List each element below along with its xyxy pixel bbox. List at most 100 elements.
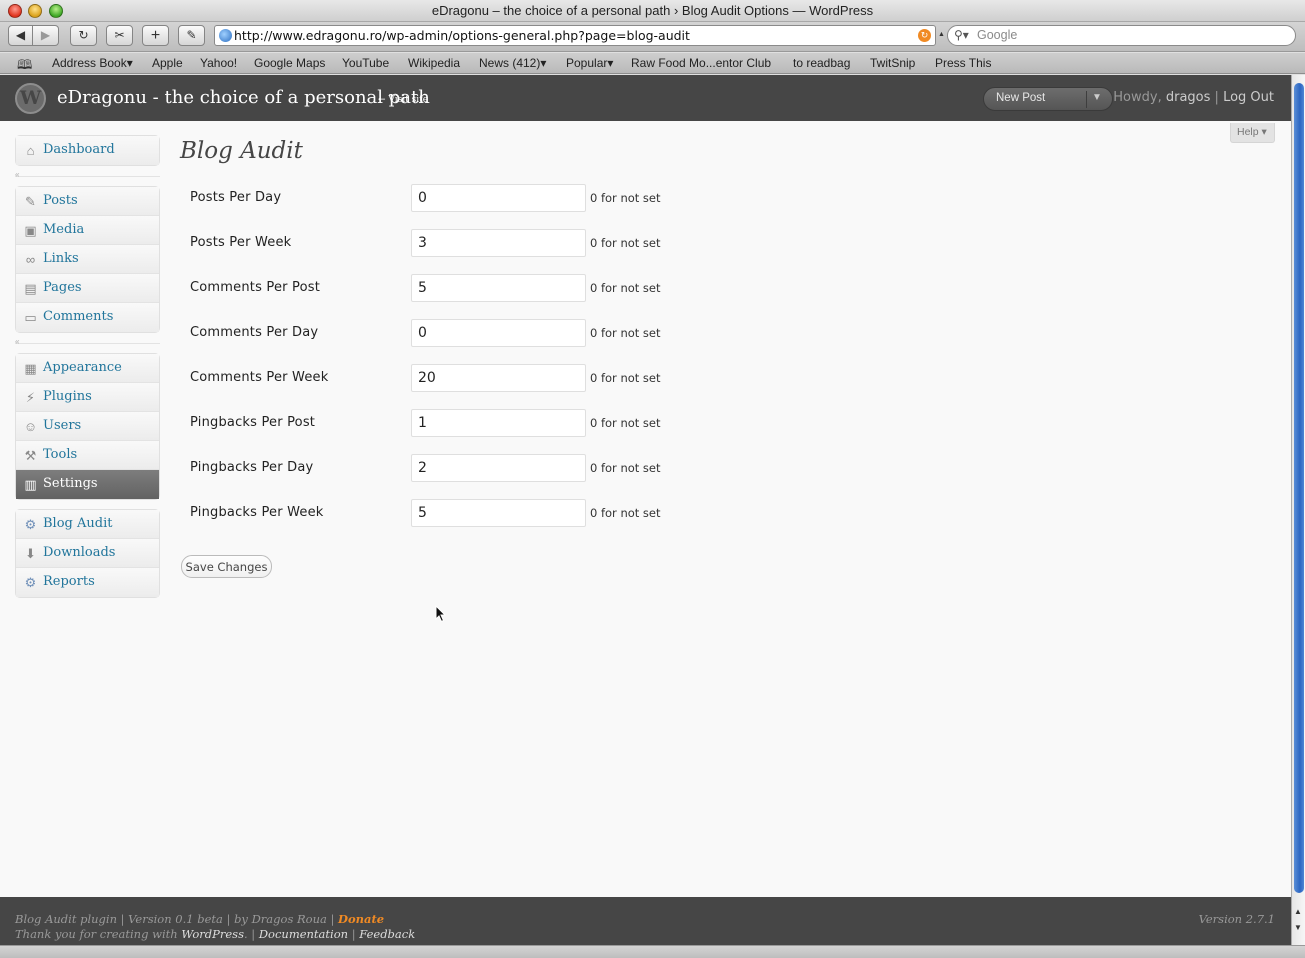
menu-item-settings[interactable]: ▥ Settings bbox=[16, 470, 159, 499]
add-bookmark-button[interactable]: + bbox=[142, 25, 169, 46]
house-icon: ⌂ bbox=[26, 143, 35, 158]
reload-button[interactable]: ↻ bbox=[70, 25, 97, 46]
field-hint: 0 for not set bbox=[590, 506, 661, 520]
form-row: Posts Per Week 0 for not set bbox=[190, 229, 670, 257]
menu-item-appearance[interactable]: ▦ Appearance bbox=[16, 354, 159, 383]
username-link[interactable]: dragos bbox=[1166, 90, 1211, 105]
menu-separator: « bbox=[15, 170, 160, 179]
bookmark-google-maps[interactable]: Google Maps bbox=[254, 56, 325, 70]
browser-status-bar bbox=[0, 945, 1305, 958]
menu-item-blog-audit[interactable]: ⚙ Blog Audit bbox=[16, 510, 159, 539]
search-field[interactable]: ⚲▾ Google bbox=[947, 25, 1296, 46]
menu-label: Pages bbox=[43, 280, 82, 295]
menu-item-plugins[interactable]: ⚡ Plugins bbox=[16, 383, 159, 412]
field-label: Pingbacks Per Week bbox=[190, 505, 324, 520]
bookmark-news[interactable]: News (412)▾ bbox=[479, 56, 546, 70]
menu-item-users[interactable]: ☺ Users bbox=[16, 412, 159, 441]
comments-per-day-input[interactable] bbox=[411, 319, 586, 347]
new-post-label[interactable]: New Post bbox=[996, 92, 1045, 104]
pushpin-icon: ✎ bbox=[25, 194, 36, 209]
menu-item-tools[interactable]: ⚒ Tools bbox=[16, 441, 159, 470]
reload-icon: ↻ bbox=[78, 28, 89, 42]
menu-label: Appearance bbox=[43, 360, 122, 375]
wordpress-link[interactable]: WordPress bbox=[181, 927, 244, 941]
wordpress-logo-icon: W bbox=[15, 83, 46, 114]
bookmark-press-this[interactable]: Press This bbox=[935, 56, 991, 70]
browser-toolbar: ◀ ▶ ↻ ✂ + ✎ http://www.edragonu.ro/wp-ad… bbox=[0, 22, 1305, 52]
form-row: Posts Per Day 0 for not set bbox=[190, 184, 670, 212]
bookmark-address-book[interactable]: Address Book▾ bbox=[52, 56, 133, 70]
posts-per-week-input[interactable] bbox=[411, 229, 586, 257]
bookmark-youtube[interactable]: YouTube bbox=[342, 56, 389, 70]
bookmark-popular[interactable]: Popular▾ bbox=[566, 56, 613, 70]
evernote-button[interactable]: ✎ bbox=[178, 25, 205, 46]
donate-link[interactable]: Donate bbox=[338, 912, 384, 926]
collapse-arrow-icon[interactable]: « bbox=[15, 337, 19, 346]
menu-item-comments[interactable]: ▭ Comments bbox=[16, 303, 159, 332]
help-tab[interactable]: Help ▾ bbox=[1230, 123, 1275, 143]
form-row: Pingbacks Per Post 0 for not set bbox=[190, 409, 670, 437]
site-title[interactable]: eDragonu - the choice of a personal path bbox=[57, 87, 430, 108]
menu-item-links[interactable]: ∞ Links bbox=[16, 245, 159, 274]
howdy-text: Howdy, bbox=[1113, 90, 1162, 105]
scroll-thumb[interactable] bbox=[1294, 83, 1304, 893]
chevron-down-icon[interactable]: ▼ bbox=[1092, 92, 1102, 103]
menu-label: Blog Audit bbox=[43, 516, 113, 531]
bookmark-twitsnip[interactable]: TwitSnip bbox=[870, 56, 915, 70]
field-label: Comments Per Week bbox=[190, 370, 329, 385]
menu-label: Links bbox=[43, 251, 79, 266]
pingbacks-per-week-input[interactable] bbox=[411, 499, 586, 527]
menu-item-dashboard[interactable]: ⌂ Dashboard bbox=[16, 136, 159, 165]
bookmark-wikipedia[interactable]: Wikipedia bbox=[408, 56, 460, 70]
vertical-scrollbar[interactable]: ▲ ▼ bbox=[1291, 75, 1305, 945]
comments-per-post-input[interactable] bbox=[411, 274, 586, 302]
menu-item-pages[interactable]: ▤ Pages bbox=[16, 274, 159, 303]
scroll-up-arrow-icon[interactable]: ▲ bbox=[1294, 907, 1302, 916]
field-label: Posts Per Day bbox=[190, 190, 282, 205]
new-post-divider bbox=[1086, 91, 1087, 108]
gear-icon: ⚙ bbox=[24, 517, 37, 532]
menu-label: Posts bbox=[43, 193, 78, 208]
user-info: Howdy, dragos | Log Out bbox=[1113, 90, 1274, 105]
feedback-link[interactable]: Feedback bbox=[359, 927, 415, 941]
mouse-pointer-icon bbox=[435, 605, 447, 623]
bookmark-apple[interactable]: Apple bbox=[152, 56, 183, 70]
menu-item-media[interactable]: ▣ Media bbox=[16, 216, 159, 245]
address-dropdown-icon[interactable]: ▲ bbox=[938, 31, 945, 38]
back-button[interactable]: ◀ bbox=[8, 25, 33, 46]
save-changes-button[interactable]: Save Changes bbox=[181, 555, 272, 578]
comments-per-week-input[interactable] bbox=[411, 364, 586, 392]
field-label: Comments Per Day bbox=[190, 325, 319, 340]
rss-icon[interactable]: ↻ bbox=[918, 29, 931, 42]
bookmark-yahoo[interactable]: Yahoo! bbox=[200, 56, 237, 70]
pingbacks-per-post-input[interactable] bbox=[411, 409, 586, 437]
scroll-down-arrow-icon[interactable]: ▼ bbox=[1294, 923, 1302, 932]
footer-dot: . | bbox=[243, 927, 256, 941]
menu-separator: « bbox=[15, 337, 160, 346]
back-arrow-icon: ◀ bbox=[15, 28, 26, 42]
forward-button[interactable]: ▶ bbox=[33, 25, 59, 46]
comment-icon: ▭ bbox=[24, 310, 37, 325]
menu-item-posts[interactable]: ✎ Posts bbox=[16, 187, 159, 216]
documentation-link[interactable]: Documentation bbox=[259, 927, 348, 941]
menu-item-downloads[interactable]: ⬇ Downloads bbox=[16, 539, 159, 568]
bookmark-readbag[interactable]: to readbag bbox=[793, 56, 850, 70]
logout-link[interactable]: Log Out bbox=[1223, 90, 1274, 105]
menu-label: Media bbox=[43, 222, 85, 237]
link-icon: ∞ bbox=[25, 252, 36, 267]
posts-per-day-input[interactable] bbox=[411, 184, 586, 212]
media-icon: ▣ bbox=[24, 223, 37, 238]
collapse-arrow-icon[interactable]: « bbox=[15, 170, 19, 179]
url-text: http://www.edragonu.ro/wp-admin/options-… bbox=[234, 28, 690, 43]
search-placeholder: Google bbox=[977, 28, 1018, 42]
visit-site-link[interactable]: ← Visit site bbox=[378, 95, 428, 105]
menu-group-dashboard: ⌂ Dashboard bbox=[15, 135, 160, 166]
snapback-button[interactable]: ✂ bbox=[106, 25, 133, 46]
menu-item-reports[interactable]: ⚙ Reports bbox=[16, 568, 159, 597]
address-bar[interactable]: http://www.edragonu.ro/wp-admin/options-… bbox=[214, 25, 936, 46]
bookmark-raw-food[interactable]: Raw Food Mo...entor Club bbox=[631, 56, 771, 70]
new-post-button[interactable]: New Post ▼ bbox=[983, 87, 1113, 111]
scissors-icon: ✂ bbox=[114, 28, 125, 42]
pingbacks-per-day-input[interactable] bbox=[411, 454, 586, 482]
menu-label: Dashboard bbox=[43, 142, 115, 157]
